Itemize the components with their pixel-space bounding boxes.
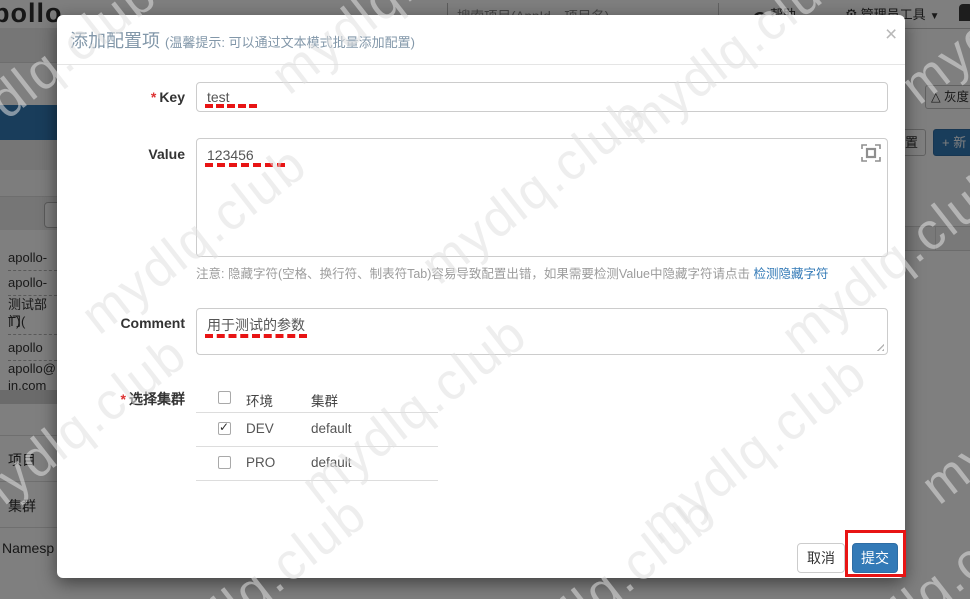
annotation-highlight-box <box>845 530 906 577</box>
comment-textarea[interactable]: 用于测试的参数 <box>196 308 888 355</box>
env-header: 环境 <box>246 394 273 409</box>
cluster-value: default <box>311 421 352 436</box>
annotation-underline-value <box>205 163 285 167</box>
cluster-label: * 选择集群 <box>57 389 185 409</box>
cluster-table-header-row: 环境 集群 <box>196 384 438 413</box>
cluster-table: 环境 集群 DEV default PRO default <box>196 384 438 481</box>
comment-text: 用于测试的参数 <box>207 317 305 333</box>
required-asterisk: * <box>120 391 126 407</box>
modal-title-hint: (温馨提示: 可以通过文本模式批量添加配置) <box>165 35 415 50</box>
cluster-label-text: 选择集群 <box>129 391 185 407</box>
add-config-modal: 添加配置项 (温馨提示: 可以通过文本模式批量添加配置) × * Key test… <box>57 15 906 578</box>
key-input[interactable]: test <box>196 82 888 112</box>
required-asterisk: * <box>150 89 157 105</box>
cluster-row-dev[interactable]: DEV default <box>196 413 438 447</box>
cluster-value: default <box>311 455 352 470</box>
annotation-underline-key <box>205 104 257 108</box>
value-textarea[interactable]: 123456 <box>196 138 888 257</box>
key-label-text: Key <box>159 89 185 105</box>
dev-checkbox[interactable] <box>218 420 231 435</box>
hidden-char-note: 注意: 隐藏字符(空格、换行符、制表符Tab)容易导致配置出错，如果需要检测Va… <box>196 263 828 282</box>
close-icon[interactable]: × <box>885 24 897 45</box>
value-label: Value <box>57 146 185 162</box>
cancel-button[interactable]: 取消 <box>797 543 845 573</box>
cluster-header: 集群 <box>311 394 338 409</box>
select-all-checkbox[interactable] <box>218 391 231 404</box>
key-label: * Key <box>57 89 185 105</box>
comment-label: Comment <box>57 315 185 331</box>
detect-hidden-char-link[interactable]: 检测隐藏字符 <box>753 267 828 281</box>
modal-header: 添加配置项 (温馨提示: 可以通过文本模式批量添加配置) × <box>57 15 905 65</box>
env-value: PRO <box>246 455 276 470</box>
cluster-row-pro[interactable]: PRO default <box>196 447 438 481</box>
modal-title-text: 添加配置项 <box>70 31 160 51</box>
modal-title: 添加配置项 (温馨提示: 可以通过文本模式批量添加配置) <box>70 27 415 53</box>
value-label-text: Value <box>148 146 185 162</box>
env-value: DEV <box>246 421 274 436</box>
fullscreen-expand-icon[interactable] <box>860 143 882 163</box>
resize-handle[interactable] <box>874 341 884 351</box>
pro-checkbox[interactable] <box>218 456 231 469</box>
note-text: 注意: 隐藏字符(空格、换行符、制表符Tab)容易导致配置出错，如果需要检测Va… <box>196 267 754 281</box>
annotation-underline-comment <box>205 334 307 338</box>
comment-label-text: Comment <box>120 315 185 331</box>
